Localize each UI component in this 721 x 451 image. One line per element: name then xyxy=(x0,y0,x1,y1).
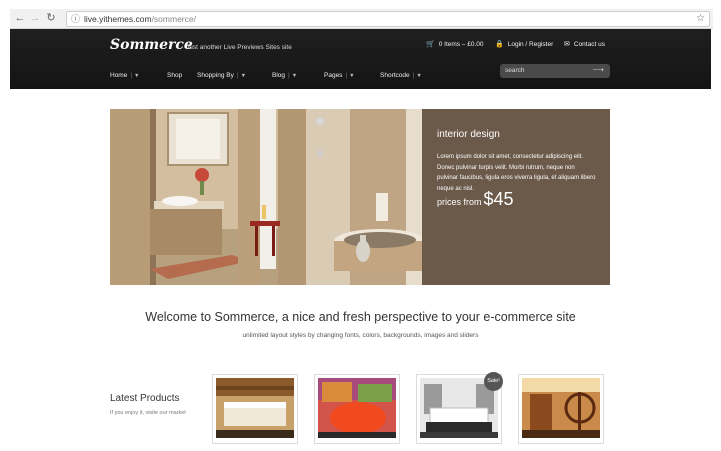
site-header: Sommerce Just another Live Previews Site… xyxy=(10,29,711,89)
latest-products-subtitle: If you enjoy it, visite our market xyxy=(110,410,186,416)
reload-icon[interactable]: ↻ xyxy=(44,11,58,25)
slide-caption: interior design Lorem ipsum dolor sit am… xyxy=(422,109,610,285)
latest-products-title: Latest Products xyxy=(110,393,180,404)
nav-item-home[interactable]: Home | ▼ xyxy=(110,72,140,79)
cart-link[interactable]: 🛒 0 Items – £0.00 xyxy=(426,40,484,48)
chevron-down-icon[interactable]: ▼ xyxy=(241,73,246,79)
login-label: Login / Register xyxy=(507,41,554,48)
info-icon[interactable]: ⓘ xyxy=(71,13,81,24)
welcome-subtitle: unlimited layout styles by changing font… xyxy=(242,332,479,339)
product-image[interactable] xyxy=(318,378,396,438)
address-bar[interactable]: ⓘ live.yithemes.com/sommerce/ ☆ xyxy=(66,11,710,27)
slide-title: interior design xyxy=(437,129,500,140)
price-value: $45 xyxy=(483,189,514,209)
price-label: prices from xyxy=(437,197,482,207)
product-image[interactable] xyxy=(216,378,294,438)
chevron-down-icon[interactable]: ▼ xyxy=(292,73,297,79)
sale-badge: Sale! xyxy=(484,372,503,391)
contact-link[interactable]: ✉ Contact us xyxy=(564,40,605,48)
star-icon[interactable]: ☆ xyxy=(696,12,705,26)
nav-item-blog[interactable]: Blog | ▼ xyxy=(272,72,297,79)
nav-item-pages[interactable]: Pages | ▼ xyxy=(324,72,355,79)
product-image[interactable] xyxy=(522,378,600,438)
arrow-right-icon[interactable]: ⟶ xyxy=(593,65,604,74)
slide-price: prices from $45 xyxy=(437,189,514,210)
nav-item-shop[interactable]: Shop xyxy=(167,72,182,79)
site-logo[interactable]: Sommerce xyxy=(110,37,193,53)
search-input[interactable]: search ⟶ xyxy=(500,64,610,78)
cart-summary: 0 Items – £0.00 xyxy=(438,41,484,48)
product-card[interactable] xyxy=(212,374,298,444)
forward-icon[interactable]: → xyxy=(28,11,42,25)
login-link[interactable]: 🔒 Login / Register xyxy=(495,40,553,48)
nav-item-shortcode[interactable]: Shortcode | ▼ xyxy=(380,72,422,79)
nav-item-shopping-by[interactable]: Shopping By | ▼ xyxy=(197,72,246,79)
lock-icon: 🔒 xyxy=(495,41,504,48)
chevron-down-icon[interactable]: ▼ xyxy=(349,73,354,79)
site-tagline: Just another Live Previews Sites site xyxy=(186,44,292,51)
slide-text: Lorem ipsum dolor sit amet, consectetur … xyxy=(437,154,596,192)
back-icon[interactable]: ← xyxy=(13,11,27,25)
hero-slider[interactable]: interior design Lorem ipsum dolor sit am… xyxy=(110,109,610,285)
product-card[interactable] xyxy=(518,374,604,444)
browser-toolbar: ← → ↻ ⓘ live.yithemes.com/sommerce/ ☆ xyxy=(10,9,713,29)
bathroom-image xyxy=(110,109,422,285)
contact-label: Contact us xyxy=(573,41,605,48)
mail-icon: ✉ xyxy=(564,41,570,48)
chevron-down-icon[interactable]: ▼ xyxy=(134,73,139,79)
welcome-title: Welcome to Sommerce, a nice and fresh pe… xyxy=(145,310,576,324)
search-placeholder: search xyxy=(505,67,525,74)
product-card[interactable] xyxy=(314,374,400,444)
chevron-down-icon[interactable]: ▼ xyxy=(416,73,421,79)
cart-icon: 🛒 xyxy=(426,41,435,48)
url-text[interactable]: live.yithemes.com/sommerce/ xyxy=(84,13,196,26)
